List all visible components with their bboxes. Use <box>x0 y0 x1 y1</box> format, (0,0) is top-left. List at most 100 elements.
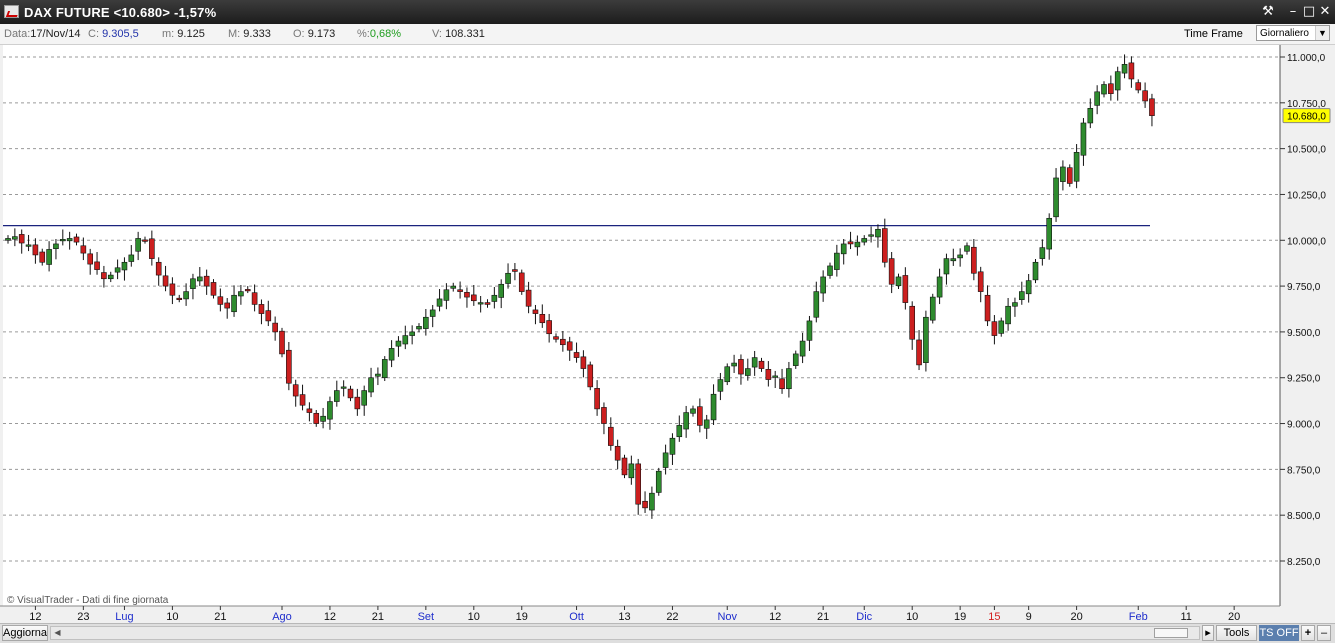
x-tick-label: 22 <box>666 611 678 623</box>
candle-body <box>518 272 525 292</box>
candle-body <box>498 283 505 298</box>
scrollbar-thumb[interactable] <box>1154 628 1188 638</box>
candle-body <box>1121 64 1128 74</box>
candle-body <box>388 348 395 361</box>
candle-body <box>697 406 703 426</box>
candle-body <box>128 254 135 262</box>
candle-body <box>916 339 922 366</box>
candle-body <box>998 320 1005 334</box>
x-tick-label: 10 <box>906 611 918 623</box>
candle-body <box>724 366 731 383</box>
candle-body <box>1128 62 1135 80</box>
candle-body <box>368 377 374 393</box>
candle-body <box>347 388 354 399</box>
candle-body <box>1114 71 1121 91</box>
x-tick-label: 15 <box>988 611 1000 623</box>
x-tick-label: 23 <box>77 611 89 623</box>
ts-off-toggle[interactable]: TS OFF <box>1259 625 1299 641</box>
candle-body <box>621 457 628 476</box>
candle-body <box>772 375 779 378</box>
candle-body <box>25 244 32 247</box>
candle-body <box>491 294 498 302</box>
candle-body <box>73 236 80 243</box>
candle-body <box>1101 84 1107 95</box>
candle-body <box>827 265 833 276</box>
candle-body <box>813 291 820 318</box>
x-tick-label: 20 <box>1228 611 1240 623</box>
x-tick-label: 11 <box>1180 611 1191 623</box>
candlestick-chart[interactable]: 8.250,0 8.500,0 8.750,0 9.000,0 9.250,0 9.500… <box>0 0 1335 642</box>
candle-body <box>861 238 868 243</box>
candle-body <box>662 452 669 468</box>
x-tick-label: 21 <box>372 611 384 623</box>
candle-body <box>834 252 840 270</box>
candle-body <box>991 321 998 336</box>
minus-button[interactable]: – <box>1317 625 1331 641</box>
x-tick-label: 13 <box>618 611 630 623</box>
candle-body <box>943 258 950 275</box>
x-tick-label: 10 <box>468 611 480 623</box>
candle-body <box>251 292 258 305</box>
candle-body <box>423 316 429 329</box>
candle-body <box>950 258 957 262</box>
candle-body <box>628 463 635 479</box>
candle-body <box>1060 166 1066 182</box>
candle-body <box>779 378 785 390</box>
aggiorna-button[interactable]: Aggiorna <box>2 625 48 641</box>
candle-body <box>1108 83 1114 94</box>
candle-body <box>1025 280 1032 295</box>
candle-body <box>744 368 751 376</box>
x-tick-label: 19 <box>516 611 528 623</box>
y-tick-label: 8.250,0 <box>1287 557 1321 568</box>
candle-body <box>66 238 73 242</box>
candle-body <box>1135 82 1142 91</box>
x-tick-label: Feb <box>1129 611 1148 623</box>
candle-body <box>717 379 724 392</box>
candle-body <box>566 341 573 351</box>
time-scrollbar[interactable]: ◀ <box>50 626 1200 640</box>
candle-body <box>416 326 422 330</box>
candle-body <box>936 276 943 298</box>
candle-body <box>690 408 696 414</box>
candle-body <box>327 401 333 420</box>
candle-body <box>409 331 415 336</box>
candle-body <box>87 253 93 265</box>
x-tick-label: Ott <box>569 611 584 623</box>
scroll-right-button[interactable]: ▸ <box>1202 625 1214 641</box>
candle-body <box>738 359 744 375</box>
x-tick-label: 21 <box>817 611 829 623</box>
y-axis: 8.250,0 8.500,0 8.750,0 9.000,0 9.250,0 9.500… <box>1280 53 1326 568</box>
tools-button[interactable]: Tools <box>1216 625 1257 641</box>
x-tick-label: Set <box>418 611 435 623</box>
candle-body <box>197 276 203 282</box>
candle-body <box>786 368 792 390</box>
candle-body <box>114 267 121 273</box>
candle-body <box>169 283 176 296</box>
plus-button[interactable]: + <box>1301 625 1315 641</box>
chart-window: DAX FUTURE <10.680> -1,57% ⚒ – □ ✕ Data:… <box>0 0 1335 643</box>
last-price-badge: 10.680,0 <box>1282 108 1331 124</box>
candle-body <box>703 419 710 429</box>
candle-body <box>238 291 244 297</box>
scroll-left-icon[interactable]: ◀ <box>52 628 63 638</box>
candle-body <box>162 275 169 287</box>
candle-body <box>847 241 854 245</box>
x-tick-label: Dic <box>856 611 872 623</box>
candle-body <box>765 368 772 380</box>
candle-body <box>546 320 552 335</box>
candle-body <box>1094 91 1100 106</box>
y-tick-label: 10.000,0 <box>1287 236 1326 247</box>
candle-body <box>642 500 648 509</box>
candle-body <box>1149 98 1155 116</box>
candle-body <box>1046 217 1052 250</box>
x-tick-label: 12 <box>324 611 336 623</box>
candle-body <box>1142 90 1148 102</box>
candle-body <box>649 492 655 511</box>
candle-body <box>183 291 189 300</box>
candle-body <box>176 297 183 300</box>
candle-body <box>525 289 532 307</box>
candle-body <box>149 238 155 259</box>
candle-body <box>135 238 141 252</box>
y-tick-label: 8.500,0 <box>1287 511 1321 522</box>
candle-body <box>553 336 559 340</box>
